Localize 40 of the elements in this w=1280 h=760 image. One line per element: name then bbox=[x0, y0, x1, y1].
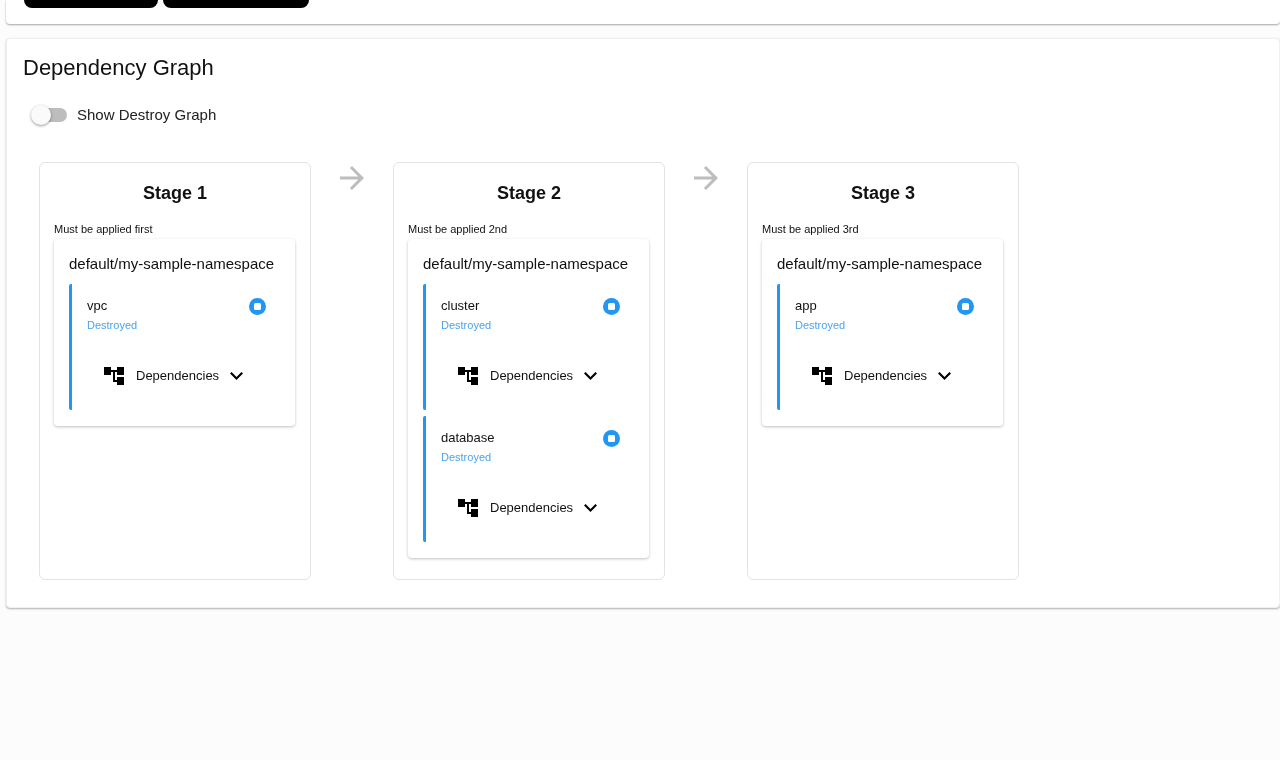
resource-status: Destroyed bbox=[441, 450, 492, 464]
resource-status: Destroyed bbox=[87, 318, 138, 332]
chevron-down-icon bbox=[584, 372, 598, 380]
resource-status: Destroyed bbox=[795, 318, 846, 332]
arrow-right-icon bbox=[694, 166, 718, 190]
panel-title: Dependency Graph bbox=[23, 54, 215, 82]
resource-status: Destroyed bbox=[441, 318, 492, 332]
stage-subtitle: Must be applied first bbox=[54, 222, 153, 236]
chevron-down-icon bbox=[230, 372, 244, 380]
namespace-label: default/my-sample-namespace bbox=[777, 255, 983, 273]
chevron-down-icon bbox=[938, 372, 952, 380]
tree-structure-icon bbox=[104, 366, 124, 386]
stage-subtitle: Must be applied 2nd bbox=[408, 222, 508, 236]
namespace-label: default/my-sample-namespace bbox=[423, 255, 629, 273]
stage-title: Stage 1 bbox=[142, 182, 208, 204]
tree-structure-icon bbox=[458, 366, 478, 386]
tree-structure-icon bbox=[812, 366, 832, 386]
stage-title: Stage 3 bbox=[850, 182, 916, 204]
toggle-switch[interactable] bbox=[31, 105, 67, 125]
chevron-down-icon bbox=[584, 504, 598, 512]
stop-circle-icon bbox=[249, 298, 266, 315]
resource-name: vpc bbox=[87, 298, 108, 314]
toolbar-button[interactable] bbox=[24, 0, 158, 8]
stop-circle-icon bbox=[603, 298, 620, 315]
stage-subtitle: Must be applied 3rd bbox=[762, 222, 859, 236]
toggle-label: Show Destroy Graph bbox=[77, 104, 217, 125]
toolbar-button[interactable] bbox=[163, 0, 309, 8]
namespace-label: default/my-sample-namespace bbox=[69, 255, 275, 273]
dependencies-toggle[interactable]: Dependencies bbox=[104, 364, 244, 388]
stage-title: Stage 2 bbox=[496, 182, 562, 204]
tree-structure-icon bbox=[458, 498, 478, 518]
stop-circle-icon bbox=[603, 430, 620, 447]
stop-circle-icon bbox=[957, 298, 974, 315]
resource-name: database bbox=[441, 430, 495, 446]
arrow-right-icon bbox=[340, 166, 364, 190]
resource-name: cluster bbox=[441, 298, 480, 314]
dependencies-toggle[interactable]: Dependencies bbox=[458, 364, 598, 388]
dependencies-toggle[interactable]: Dependencies bbox=[812, 364, 952, 388]
resource-name: app bbox=[795, 298, 817, 314]
dependencies-toggle[interactable]: Dependencies bbox=[458, 496, 598, 520]
